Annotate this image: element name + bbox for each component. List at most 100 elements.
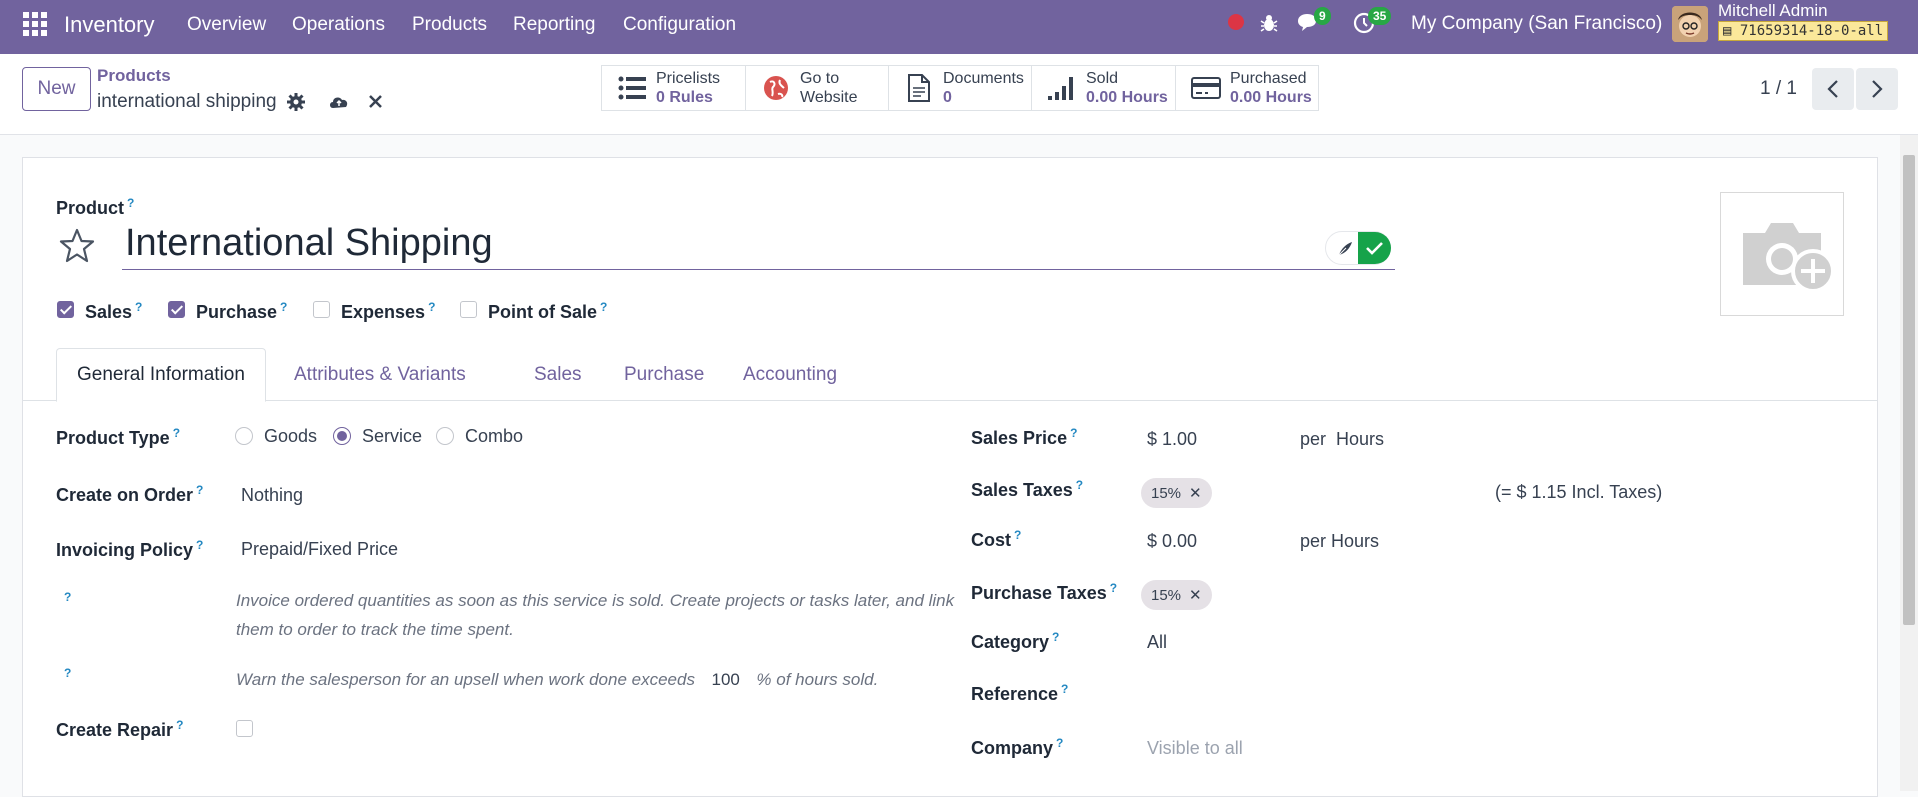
website-value: Website [800, 89, 858, 106]
new-button[interactable]: New [22, 67, 91, 111]
invoice-policy-help-text: Invoice ordered quantities as soon as th… [236, 591, 955, 639]
control-panel: New Products international shipping Pric… [0, 54, 1918, 135]
go-to-website-smart-button[interactable]: Go to Website [745, 65, 889, 111]
sales-price-label: Sales Price? [971, 426, 1078, 448]
cost-input[interactable]: $ 0.00 [1147, 531, 1197, 552]
save-cloud-icon[interactable] [328, 92, 348, 112]
activities-count-badge: 35 [1368, 7, 1392, 25]
remove-tag-icon[interactable]: ✕ [1189, 484, 1202, 502]
messages-count-badge: 9 [1314, 7, 1331, 25]
product-type-service-radio[interactable] [333, 427, 351, 445]
company-select[interactable]: Visible to all [1147, 738, 1243, 759]
sales-checkbox[interactable] [57, 301, 74, 318]
user-avatar[interactable] [1672, 6, 1708, 42]
purchased-smart-button[interactable]: Purchased 0.00 Hours [1175, 65, 1319, 111]
tab-attributes-variants[interactable]: Attributes & Variants [274, 348, 486, 402]
product-type-combo-radio[interactable] [436, 427, 454, 445]
menu-products[interactable]: Products [412, 14, 487, 36]
top-navbar: Inventory Overview Operations Products R… [0, 0, 1918, 54]
purchase-checkbox-label: Purchase? [196, 300, 288, 322]
menu-overview[interactable]: Overview [187, 14, 266, 36]
database-name-tag: ▤ 71659314-18-0-all [1718, 21, 1889, 41]
remove-tag-icon[interactable]: ✕ [1189, 586, 1202, 604]
translate-icon[interactable] [1336, 240, 1354, 263]
recording-icon[interactable] [1228, 14, 1244, 30]
sales-price-unit: per Hours [1300, 429, 1385, 449]
page-scrollbar[interactable] [1900, 135, 1918, 791]
invoicing-policy-label: Invoicing Policy? [56, 538, 204, 560]
pricelists-smart-button[interactable]: Pricelists 0 Rules [601, 65, 746, 111]
credit-card-icon [1190, 72, 1222, 104]
pricelists-value: 0 Rules [656, 89, 713, 106]
expenses-checkbox-label: Expenses? [341, 300, 436, 322]
category-select[interactable]: All [1147, 632, 1167, 653]
product-type-goods-radio[interactable] [235, 427, 253, 445]
add-photo-camera-icon [1743, 223, 1835, 293]
product-image-upload[interactable] [1720, 192, 1844, 316]
expenses-checkbox[interactable] [313, 301, 330, 318]
documents-title: Documents [943, 70, 1024, 87]
create-on-order-label: Create on Order? [56, 483, 204, 505]
point-of-sale-checkbox[interactable] [460, 301, 477, 318]
company-switcher[interactable]: My Company (San Francisco) [1411, 13, 1662, 35]
signal-bars-icon [1046, 72, 1078, 104]
sales-price-input[interactable]: $ 1.00 [1147, 429, 1197, 450]
cost-unit: per Hours [1300, 531, 1380, 551]
tab-sales[interactable]: Sales [514, 348, 602, 402]
breadcrumb-products[interactable]: Products [97, 66, 171, 86]
sales-taxes-included-amount: (= $ 1.15 Incl. Taxes) [1495, 482, 1663, 502]
chevron-right-icon [1872, 80, 1883, 98]
product-type-combo-label: Combo [465, 426, 524, 446]
purchased-value: 0.00 Hours [1230, 89, 1312, 106]
help-tooltip-icon[interactable]: ? [64, 590, 71, 604]
create-repair-label: Create Repair? [56, 718, 184, 740]
sold-smart-button[interactable]: Sold 0.00 Hours [1031, 65, 1176, 111]
pricelists-title: Pricelists [656, 70, 721, 87]
database-name: 71659314-18-0-all [1739, 23, 1884, 39]
sales-checkbox-label: Sales? [85, 300, 143, 322]
tab-accounting[interactable]: Accounting [723, 348, 857, 402]
scrollbar-thumb[interactable] [1903, 155, 1915, 625]
menu-reporting[interactable]: Reporting [513, 14, 595, 36]
create-on-order-select[interactable]: Nothing [241, 485, 303, 506]
documents-value: 0 [943, 89, 952, 106]
pager-next-button[interactable] [1856, 68, 1898, 110]
record-title: international shipping [97, 91, 277, 112]
pager-previous-button[interactable] [1812, 68, 1854, 110]
purchase-tax-tag[interactable]: 15% ✕ [1141, 580, 1212, 610]
create-repair-checkbox[interactable] [236, 720, 253, 737]
product-type-service-label: Service [362, 426, 423, 446]
app-name[interactable]: Inventory [64, 12, 155, 38]
purchase-checkbox[interactable] [168, 301, 185, 318]
menu-operations[interactable]: Operations [292, 14, 385, 36]
help-tooltip-icon[interactable]: ? [64, 666, 71, 680]
go-to-title: Go to [800, 70, 840, 87]
document-icon [903, 72, 935, 104]
invoicing-policy-select[interactable]: Prepaid/Fixed Price [241, 539, 398, 560]
form-sheet: Product? International Shipping Sales? P… [22, 157, 1878, 797]
point-of-sale-checkbox-label: Point of Sale? [488, 300, 608, 322]
list-icon [616, 72, 648, 104]
product-name-label: Product? [56, 196, 135, 218]
user-name[interactable]: Mitchell Admin [1718, 1, 1828, 21]
documents-smart-button[interactable]: Documents 0 [888, 65, 1032, 111]
actions-gear-icon[interactable] [286, 92, 306, 112]
tab-purchase[interactable]: Purchase [604, 348, 724, 402]
debug-bug-icon[interactable] [1258, 12, 1280, 34]
discard-close-icon[interactable] [366, 92, 386, 112]
pager-value[interactable]: 1 / 1 [1760, 78, 1797, 100]
favorite-star-icon[interactable] [57, 226, 97, 266]
apps-menu-icon[interactable] [23, 12, 47, 36]
product-type-label: Product Type? [56, 426, 181, 448]
product-name-input[interactable]: International Shipping [122, 222, 1395, 270]
upsell-percent-input[interactable]: 100 [700, 665, 752, 694]
tab-general-information[interactable]: General Information [56, 348, 266, 402]
globe-icon [760, 72, 792, 104]
purchased-title: Purchased [1230, 70, 1307, 87]
sales-tax-tag[interactable]: 15% ✕ [1141, 478, 1212, 508]
menu-configuration[interactable]: Configuration [623, 14, 736, 36]
database-icon: ▤ [1723, 23, 1740, 39]
sold-title: Sold [1086, 70, 1119, 87]
product-type-goods-label: Goods [264, 426, 318, 446]
reference-input[interactable] [1147, 684, 1547, 708]
